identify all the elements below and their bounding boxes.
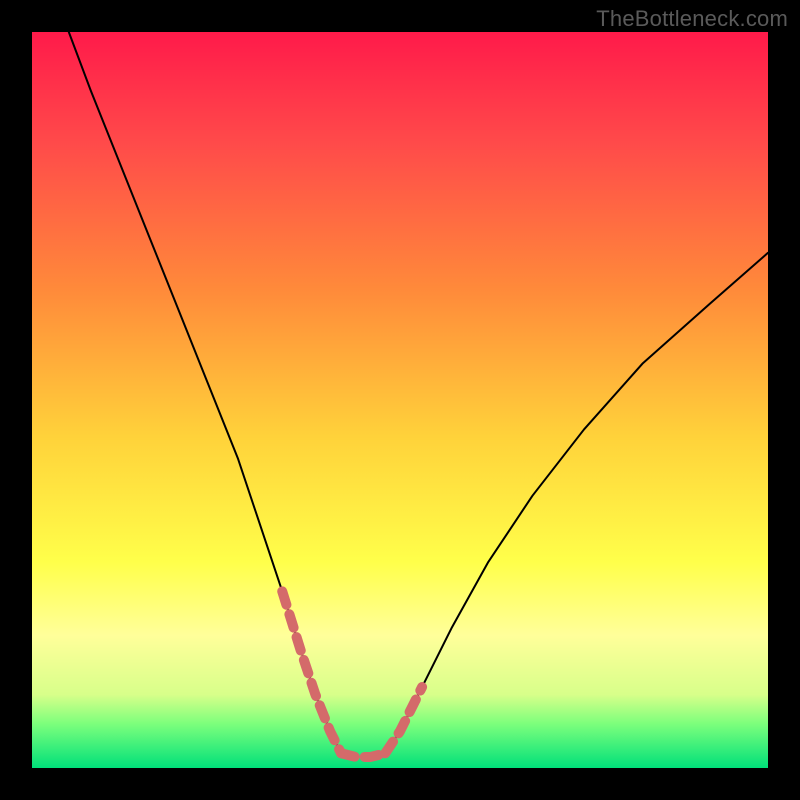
watermark: TheBottleneck.com (596, 6, 788, 32)
chart-background (32, 32, 768, 768)
chart-svg (32, 32, 768, 768)
series-highlight-bottom (341, 753, 385, 757)
chart-plot-area (32, 32, 768, 768)
